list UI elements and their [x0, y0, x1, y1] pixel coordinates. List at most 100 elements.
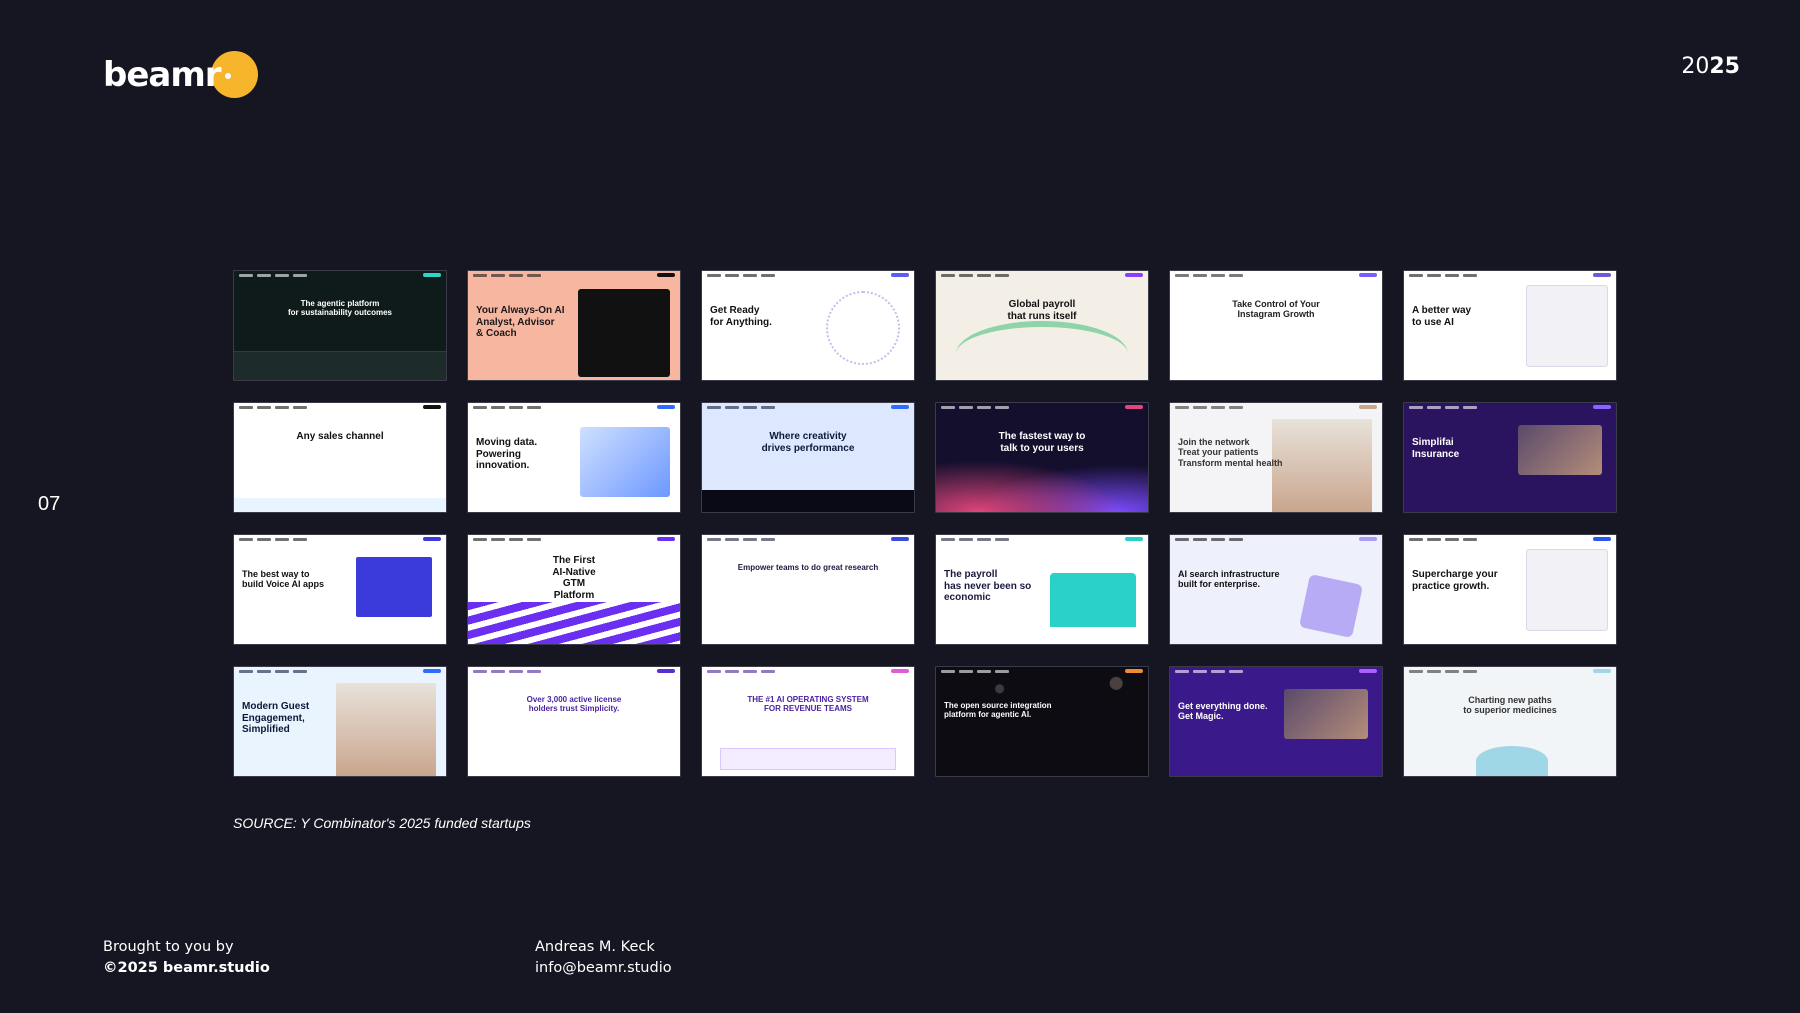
screenshot-nav-item [977, 405, 991, 409]
screenshot-nav-item [1211, 537, 1225, 541]
screenshot-nav-item [959, 273, 973, 277]
screenshot-visual [356, 557, 432, 617]
screenshot-nav-item [257, 405, 271, 409]
screenshot-visual [1526, 285, 1608, 367]
screenshot-headline: The open source integration platform for… [944, 701, 1052, 720]
screenshot-visual [468, 602, 680, 644]
screenshot-navbar [468, 667, 680, 675]
screenshot-nav-item [1427, 273, 1441, 277]
screenshot-visual [936, 452, 1148, 512]
screenshot-nav-item [473, 669, 487, 673]
screenshot-cta [423, 537, 441, 541]
screenshot-nav-item [239, 669, 253, 673]
screenshot-nav-item [509, 405, 523, 409]
screenshot-nav-item [1445, 273, 1459, 277]
screenshot-nav-item [1193, 273, 1207, 277]
screenshot-nav-item [1229, 273, 1243, 277]
screenshot-nav-item [275, 669, 289, 673]
screenshot-navbar [468, 271, 680, 279]
screenshot-nav-item [257, 669, 271, 673]
screenshot-nav-item [527, 405, 541, 409]
startup-screenshot: Charting new paths to superior medicines [1403, 666, 1617, 777]
screenshot-nav-item [473, 273, 487, 277]
screenshot-nav-item [491, 669, 505, 673]
screenshot-cta [657, 405, 675, 409]
screenshot-cta [1359, 273, 1377, 277]
screenshot-navbar [234, 667, 446, 675]
screenshot-nav-item [1427, 537, 1441, 541]
startup-screenshot: Modern Guest Engagement, Simplified [233, 666, 447, 777]
screenshot-nav-item [1193, 405, 1207, 409]
screenshot-nav-item [977, 537, 991, 541]
screenshot-cta [1593, 405, 1611, 409]
screenshot-navbar [936, 403, 1148, 411]
footer-contact: Andreas M. Keck info@beamr.studio [535, 937, 672, 979]
footer-contact-name: Andreas M. Keck [535, 939, 655, 955]
screenshot-cta [1359, 405, 1377, 409]
logo-text: beamr [103, 55, 222, 95]
screenshot-cta [1359, 669, 1377, 673]
beamr-logo: beamr [103, 50, 258, 100]
screenshot-nav-item [1175, 669, 1189, 673]
screenshot-headline: THE #1 AI OPERATING SYSTEM FOR REVENUE T… [747, 695, 869, 714]
screenshot-visual [1518, 425, 1602, 475]
startup-screenshot: Any sales channel [233, 402, 447, 513]
screenshot-cta [891, 669, 909, 673]
screenshot-nav-item [959, 537, 973, 541]
screenshot-nav-item [707, 537, 721, 541]
screenshot-headline: The fastest way to talk to your users [998, 431, 1086, 454]
screenshot-navbar [1404, 535, 1616, 543]
screenshot-nav-item [707, 669, 721, 673]
startup-screenshot: The payroll has never been so economic [935, 534, 1149, 645]
startup-screenshot: Your Always-On AI Analyst, Advisor & Coa… [467, 270, 681, 381]
screenshot-headline: Moving data. Powering innovation. [476, 437, 538, 471]
footer-credit-line1: Brought to you by [103, 939, 234, 955]
screenshot-headline: Global payroll that runs itself [1007, 299, 1077, 322]
screenshot-nav-item [725, 537, 739, 541]
screenshot-nav-item [995, 537, 1009, 541]
startup-screenshot: Where creativity drives performance [701, 402, 915, 513]
screenshot-nav-item [491, 273, 505, 277]
screenshot-grid: The agentic platform for sustainability … [233, 270, 1617, 777]
screenshot-navbar [468, 403, 680, 411]
startup-screenshot: The fastest way to talk to your users [935, 402, 1149, 513]
screenshot-nav-item [1175, 273, 1189, 277]
screenshot-navbar [936, 535, 1148, 543]
screenshot-navbar [1170, 403, 1382, 411]
screenshot-nav-item [509, 273, 523, 277]
screenshot-navbar [936, 271, 1148, 279]
screenshot-nav-item [743, 273, 757, 277]
screenshot-visual [234, 498, 446, 512]
screenshot-nav-item [239, 273, 253, 277]
startup-screenshot: The open source integration platform for… [935, 666, 1149, 777]
screenshot-headline: Supercharge your practice growth. [1412, 569, 1498, 592]
screenshot-nav-item [491, 537, 505, 541]
screenshot-nav-item [1211, 405, 1225, 409]
startup-screenshot: The agentic platform for sustainability … [233, 270, 447, 381]
screenshot-cta [423, 669, 441, 673]
screenshot-visual [826, 291, 900, 365]
screenshot-nav-item [995, 273, 1009, 277]
screenshot-nav-item [725, 669, 739, 673]
screenshot-headline: The best way to build Voice AI apps [242, 569, 325, 590]
screenshot-visual [1050, 573, 1136, 627]
screenshot-navbar [1170, 667, 1382, 675]
screenshot-cta [891, 273, 909, 277]
startup-screenshot: THE #1 AI OPERATING SYSTEM FOR REVENUE T… [701, 666, 915, 777]
screenshot-nav-item [1229, 537, 1243, 541]
screenshot-nav-item [473, 537, 487, 541]
screenshot-nav-item [239, 537, 253, 541]
screenshot-nav-item [509, 537, 523, 541]
screenshot-nav-item [275, 405, 289, 409]
screenshot-headline: Get Ready for Anything. [710, 305, 772, 328]
screenshot-nav-item [275, 537, 289, 541]
screenshot-headline: Join the network Treat your patients Tra… [1178, 437, 1283, 468]
screenshot-nav-item [293, 669, 307, 673]
screenshot-cta [1125, 273, 1143, 277]
screenshot-nav-item [743, 669, 757, 673]
screenshot-navbar [1170, 271, 1382, 279]
screenshot-visual [956, 321, 1128, 380]
screenshot-visual [1284, 689, 1368, 739]
year-suffix: 25 [1709, 54, 1740, 79]
screenshot-nav-item [1463, 405, 1477, 409]
